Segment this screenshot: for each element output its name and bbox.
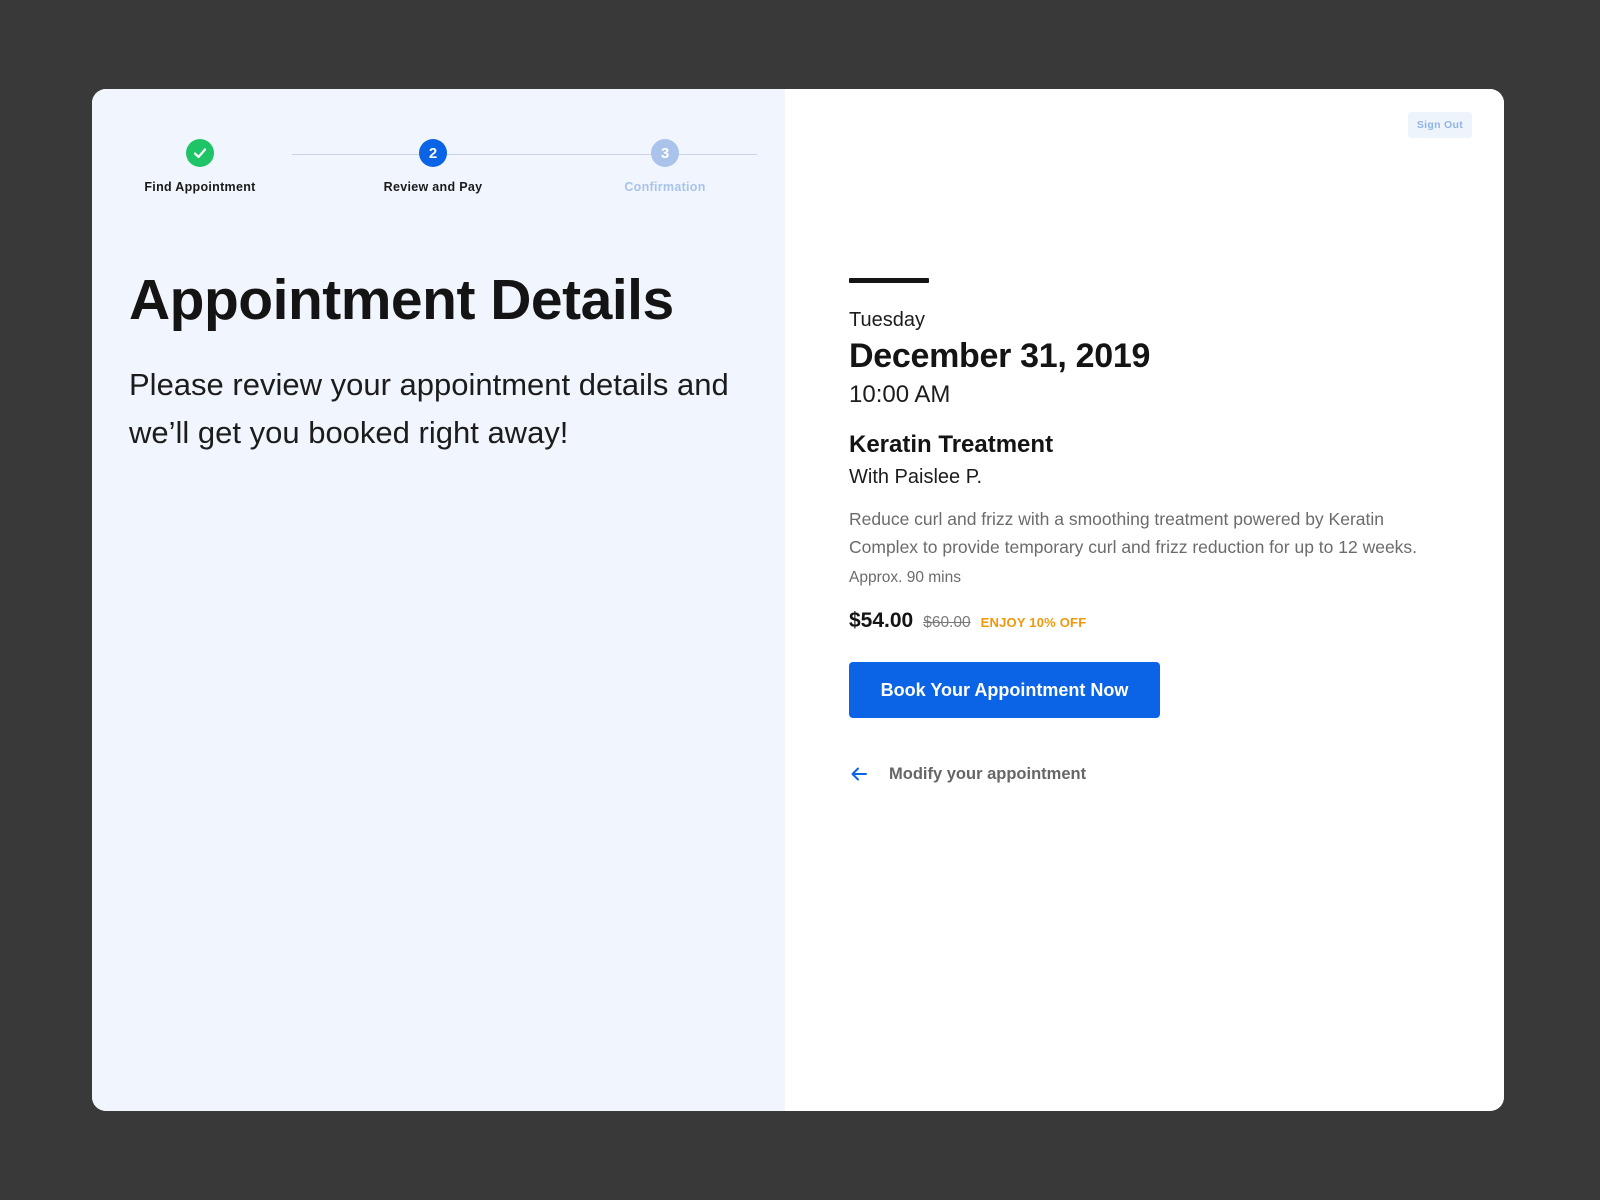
book-appointment-button[interactable]: Book Your Appointment Now xyxy=(849,662,1160,718)
price-row: $54.00 $60.00 ENJOY 10% OFF xyxy=(849,609,1449,633)
step-number: 2 xyxy=(419,139,447,167)
accent-divider xyxy=(849,278,929,283)
page-title: Appointment Details xyxy=(129,268,674,332)
appointment-time: 10:00 AM xyxy=(849,381,951,408)
stylist-name: With Paislee P. xyxy=(849,466,983,488)
service-description: Reduce curl and frizz with a smoothing t… xyxy=(849,509,1418,557)
original-price: $60.00 xyxy=(923,614,971,631)
step-label: Confirmation xyxy=(624,180,706,194)
discount-badge: ENJOY 10% OFF xyxy=(980,615,1087,630)
current-price: $54.00 xyxy=(849,609,914,632)
appointment-date: December 31, 2019 xyxy=(849,337,1151,375)
step-label: Review and Pay xyxy=(383,180,483,194)
arrow-left-icon xyxy=(849,764,869,784)
modify-appointment-link[interactable]: Modify your appointment xyxy=(849,764,1449,784)
intro-text: Please review your appointment details a… xyxy=(129,367,729,450)
service-name: Keratin Treatment xyxy=(849,431,1054,458)
step-review-and-pay[interactable]: 2 Review and Pay xyxy=(353,139,513,194)
step-number: 3 xyxy=(651,139,679,167)
service-duration: Approx. 90 mins xyxy=(849,569,961,586)
check-icon xyxy=(186,139,214,167)
step-confirmation: 3 Confirmation xyxy=(585,139,745,194)
appointment-day: Tuesday xyxy=(849,309,925,331)
left-panel: Find Appointment 2 Review and Pay 3 Conf… xyxy=(92,89,785,1111)
progress-stepper: Find Appointment 2 Review and Pay 3 Conf… xyxy=(92,139,785,209)
sign-out-button[interactable]: Sign Out xyxy=(1407,112,1472,138)
modify-link-label: Modify your appointment xyxy=(889,764,1087,783)
right-panel: Sign Out Tuesday December 31, 2019 10:00… xyxy=(785,89,1504,1111)
step-label: Find Appointment xyxy=(144,180,256,194)
step-find-appointment[interactable]: Find Appointment xyxy=(120,139,280,194)
booking-card: Find Appointment 2 Review and Pay 3 Conf… xyxy=(92,89,1504,1111)
appointment-summary: Tuesday December 31, 2019 10:00 AM Kerat… xyxy=(849,278,1449,784)
